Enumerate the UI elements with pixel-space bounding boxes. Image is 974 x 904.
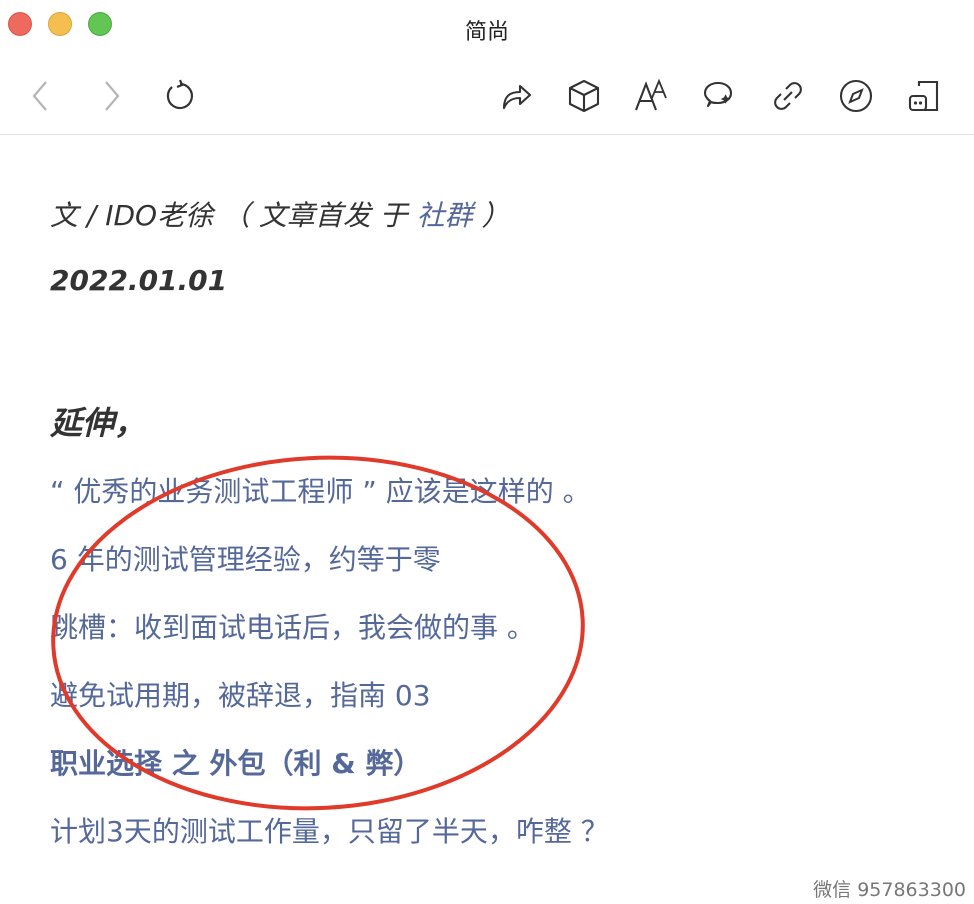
share-button[interactable] — [496, 76, 536, 116]
browser-button[interactable] — [836, 76, 876, 116]
article-link[interactable]: “ 优秀的业务测试工程师 ” 应该是这样的 。 — [50, 470, 591, 510]
share-icon — [502, 84, 532, 110]
note-icon — [908, 80, 939, 112]
article-link[interactable]: 计划3天的测试工作量，只留了半天，咋整 ？ — [50, 810, 609, 850]
window-title: 简尚 — [464, 20, 509, 45]
refresh-icon — [166, 79, 194, 110]
byline-prefix: 文 / IDO老徐 （ 文章首发 于 — [50, 199, 417, 232]
compass-icon — [839, 79, 873, 113]
byline: 文 / IDO老徐 （ 文章首发 于 社群 ） — [50, 194, 510, 234]
back-button[interactable] — [22, 76, 62, 116]
chevron-right-icon — [105, 81, 120, 111]
article-link[interactable]: 职业选择 之 外包（利 & 弊） — [50, 742, 421, 782]
link-button[interactable] — [768, 76, 808, 116]
chat-icon — [703, 81, 733, 108]
link-icon — [774, 82, 802, 110]
article-link[interactable]: 跳槽：收到面试电话后，我会做的事 。 — [50, 606, 535, 646]
chevron-left-icon — [32, 81, 47, 111]
toolbar — [0, 56, 974, 135]
note-button[interactable] — [904, 76, 944, 116]
article-date: 2022.01.01 — [50, 264, 228, 297]
community-link[interactable]: 社群 — [417, 199, 473, 232]
refresh-button[interactable] — [158, 76, 198, 116]
forward-button[interactable] — [90, 76, 130, 116]
box-icon — [568, 79, 600, 113]
article-link[interactable]: 6 年的测试管理经验，约等于零 — [50, 538, 441, 578]
comment-button[interactable] — [700, 76, 740, 116]
font-icon — [635, 78, 667, 111]
font-button[interactable] — [632, 76, 672, 116]
watermark: 微信 957863300 — [813, 879, 966, 901]
section-heading: 延伸， — [50, 404, 147, 442]
box-button[interactable] — [564, 76, 604, 116]
byline-suffix: ） — [472, 199, 510, 232]
article-link[interactable]: 避免试用期，被辞退，指南 03 — [50, 674, 431, 714]
title-bar: 简尚 — [0, 0, 974, 56]
